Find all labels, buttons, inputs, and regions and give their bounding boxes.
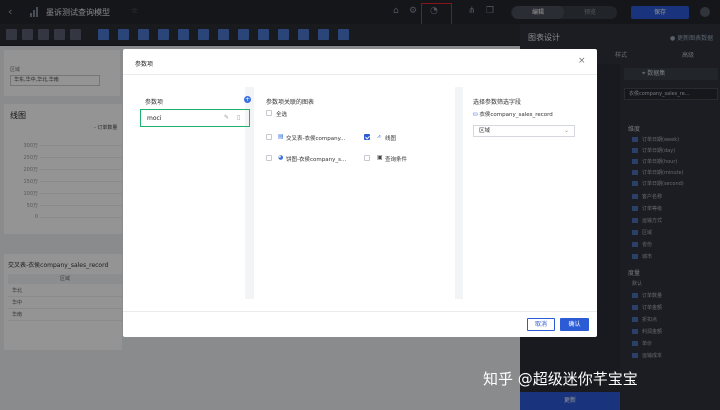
select-all-label: 全选 bbox=[276, 112, 288, 118]
edit-icon[interactable]: ✎ bbox=[224, 114, 229, 121]
select-all-checkbox[interactable] bbox=[266, 110, 272, 116]
confirm-button[interactable]: 确认 bbox=[560, 318, 589, 331]
parameter-dialog: 参数项 × 参数项 + moci ✎ ▯ 参数项关联的图表 全选 ▤ 交叉表-衣… bbox=[123, 49, 597, 337]
filter-field-value: 区域 bbox=[479, 128, 491, 134]
parameter-item[interactable]: moci ✎ ▯ bbox=[140, 109, 250, 127]
watermark: 知乎 @超级迷你芊宝宝 bbox=[483, 370, 638, 388]
query-condition-icon: ▣ bbox=[377, 154, 383, 161]
chart-option-label: 饼图-衣侯company_s... bbox=[286, 157, 347, 163]
chevron-down-icon: ⌄ bbox=[563, 127, 569, 134]
close-icon[interactable]: × bbox=[578, 56, 586, 66]
chart-option-label: 线图 bbox=[385, 136, 397, 142]
filter-field-column: 选择参数筛选字段 ⛁ 衣侯company_sales_record 区域 ⌄ bbox=[463, 87, 585, 299]
chart-checkbox[interactable] bbox=[364, 155, 370, 161]
filter-field-header: 选择参数筛选字段 bbox=[473, 99, 522, 106]
chart-checkbox[interactable] bbox=[266, 134, 272, 140]
linked-charts-header: 参数项关联的图表 bbox=[266, 99, 315, 106]
parameter-name: moci bbox=[147, 115, 162, 122]
dialog-body: 参数项 + moci ✎ ▯ 参数项关联的图表 全选 ▤ 交叉表-衣侯compa… bbox=[133, 87, 585, 299]
dialog-title: 参数项 bbox=[135, 61, 154, 68]
line-chart-icon: ⩘ bbox=[377, 133, 381, 140]
chart-option-label: 查询条件 bbox=[385, 157, 408, 163]
filter-field-select[interactable]: 区域 ⌄ bbox=[473, 125, 575, 137]
linked-charts-column: 参数项关联的图表 全选 ▤ 交叉表-衣侯company... ⩘ 线图 ◕ 饼图… bbox=[254, 87, 455, 299]
dialog-footer bbox=[123, 311, 597, 337]
add-parameter-icon[interactable]: + bbox=[244, 96, 251, 103]
cross-table-icon: ▤ bbox=[278, 133, 284, 140]
pie-chart-icon: ◕ bbox=[278, 154, 284, 161]
dataset-label: ⛁ 衣侯company_sales_record bbox=[473, 110, 553, 118]
delete-icon[interactable]: ▯ bbox=[237, 114, 240, 121]
cancel-button[interactable]: 取消 bbox=[527, 318, 555, 331]
parameter-list-header: 参数项 bbox=[145, 99, 164, 106]
chart-option-label: 交叉表-衣侯company... bbox=[286, 136, 346, 142]
dataset-name: 衣侯company_sales_record bbox=[479, 112, 553, 118]
parameter-list-column: 参数项 + moci ✎ ▯ bbox=[133, 87, 251, 299]
dialog-header: 参数项 × bbox=[123, 49, 597, 75]
chart-checkbox[interactable] bbox=[364, 134, 370, 140]
chart-checkbox[interactable] bbox=[266, 155, 272, 161]
